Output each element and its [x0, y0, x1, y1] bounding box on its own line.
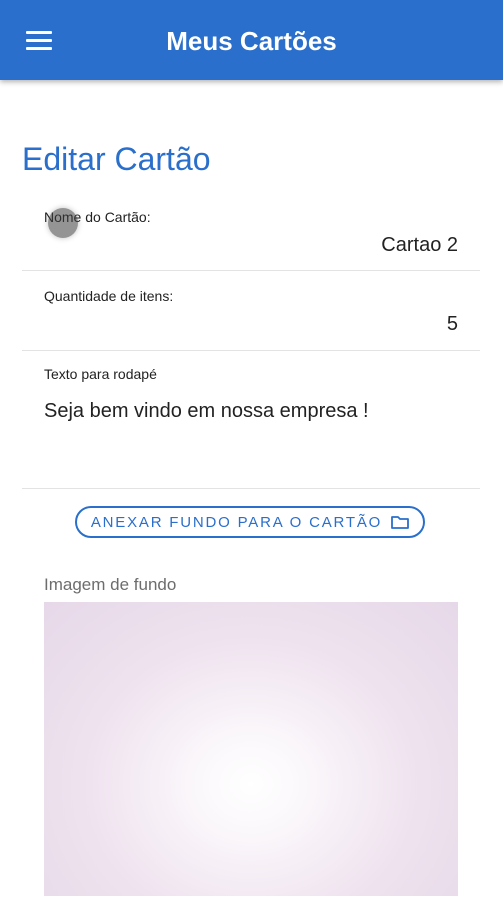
touch-ripple	[48, 208, 78, 238]
background-image-preview	[44, 602, 458, 896]
card-name-field[interactable]: Cartao 2	[381, 234, 458, 257]
divider	[22, 270, 480, 271]
app-bar: Meus Cartões	[0, 0, 503, 80]
folder-icon	[391, 515, 410, 529]
footer-text-field[interactable]: Seja bem vindo em nossa empresa !	[44, 400, 369, 423]
attach-background-label: ANEXAR FUNDO PARA O CARTÃO	[90, 513, 383, 531]
background-image-label: Imagem de fundo	[44, 575, 177, 594]
quantity-label: Quantidade de itens:	[44, 288, 174, 304]
quantity-field[interactable]: 5	[447, 313, 458, 336]
attach-background-button[interactable]: ANEXAR FUNDO PARA O CARTÃO	[75, 506, 425, 538]
app-title: Meus Cartões	[166, 26, 337, 56]
divider	[22, 488, 480, 489]
page-title: Editar Cartão	[22, 141, 211, 177]
footer-text-label: Texto para rodapé	[44, 366, 157, 382]
divider	[22, 350, 480, 351]
